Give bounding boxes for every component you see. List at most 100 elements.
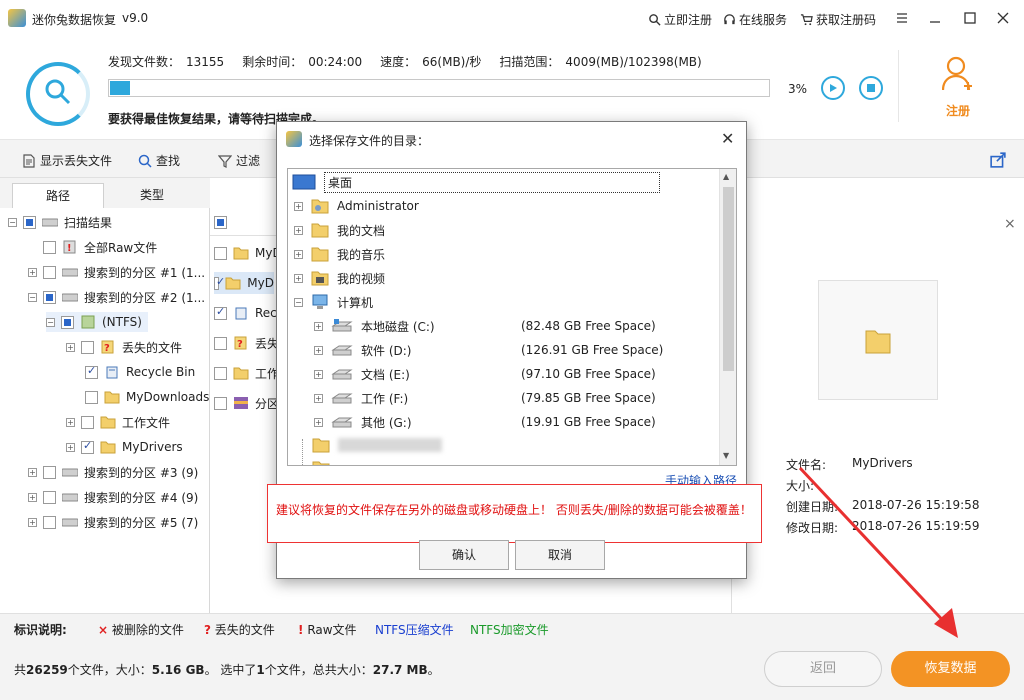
preview-close-icon[interactable]: × bbox=[1004, 216, 1016, 232]
get-code-link[interactable]: 获取注册码 bbox=[800, 11, 876, 28]
expand-icon[interactable]: + bbox=[28, 492, 37, 502]
expand-icon[interactable]: + bbox=[314, 321, 323, 331]
dir-item-drive-c[interactable]: + 本地磁盘 (C:) bbox=[314, 315, 435, 337]
dir-item-administrator[interactable]: + Administrator bbox=[294, 195, 419, 217]
expand-icon[interactable]: + bbox=[28, 267, 37, 277]
expand-icon[interactable]: + bbox=[66, 342, 75, 352]
collapse-icon[interactable]: − bbox=[294, 297, 303, 307]
register-now-link[interactable]: 立即注册 bbox=[648, 11, 712, 28]
register-button[interactable]: 注册 bbox=[930, 56, 986, 124]
expand-icon[interactable]: + bbox=[28, 517, 37, 527]
tree-item-lost-files[interactable]: + ? 丢失的文件 bbox=[66, 337, 182, 357]
checkbox[interactable] bbox=[85, 390, 98, 404]
expand-icon[interactable]: + bbox=[314, 369, 323, 379]
dir-item-blurred[interactable] bbox=[312, 434, 442, 456]
tree-item-scan-results[interactable]: − 扫描结果 bbox=[8, 212, 112, 232]
checkbox[interactable] bbox=[214, 275, 226, 290]
dir-item-documents[interactable]: + 我的文档 bbox=[294, 219, 385, 241]
checkbox[interactable] bbox=[81, 439, 94, 454]
maximize-button[interactable] bbox=[955, 6, 985, 30]
collapse-icon[interactable]: − bbox=[8, 217, 17, 227]
dir-item-drive-f[interactable]: + 工作 (F:) bbox=[314, 387, 408, 409]
checkbox[interactable] bbox=[61, 315, 74, 329]
checkbox[interactable] bbox=[43, 465, 56, 479]
checkbox[interactable] bbox=[214, 246, 227, 260]
scroll-up-icon[interactable]: ▲ bbox=[723, 172, 729, 181]
file-row[interactable]: 工作 bbox=[214, 362, 279, 384]
confirm-button[interactable]: 确认 bbox=[419, 540, 509, 570]
dir-item-videos[interactable]: + 我的视频 bbox=[294, 267, 385, 289]
stop-button[interactable] bbox=[859, 76, 883, 100]
checkbox[interactable] bbox=[214, 305, 227, 320]
expand-icon[interactable]: + bbox=[28, 467, 37, 477]
back-button[interactable]: 返回 bbox=[764, 651, 882, 687]
tree-item-partition-4[interactable]: + 搜索到的分区 #4 (9) bbox=[28, 487, 198, 507]
expand-icon[interactable]: + bbox=[314, 417, 323, 427]
tree-item-ntfs[interactable]: − (NTFS) bbox=[46, 312, 148, 332]
checkbox[interactable] bbox=[43, 515, 56, 529]
tab-path[interactable]: 路径 bbox=[12, 183, 104, 208]
checkbox[interactable] bbox=[214, 336, 227, 350]
dir-item-drive-e[interactable]: + 文档 (E:) bbox=[314, 363, 410, 385]
dialog-vertical-scrollbar[interactable]: ▲ ▼ bbox=[719, 169, 736, 465]
checkbox[interactable] bbox=[214, 366, 227, 380]
menu-button[interactable] bbox=[887, 6, 917, 30]
tree-item-partition-3[interactable]: + 搜索到的分区 #3 (9) bbox=[28, 462, 198, 482]
select-all-checkbox[interactable] bbox=[214, 216, 227, 229]
tab-type[interactable]: 类型 bbox=[106, 183, 198, 208]
expand-icon[interactable]: + bbox=[314, 393, 323, 403]
dialog-close-icon[interactable]: ✕ bbox=[721, 129, 734, 148]
file-row[interactable]: Rec bbox=[214, 302, 277, 324]
filter-button[interactable]: 过滤 bbox=[218, 152, 260, 169]
scrollbar-thumb[interactable] bbox=[723, 187, 734, 371]
dir-item-partial[interactable] bbox=[312, 457, 338, 465]
tree-item-work-files[interactable]: + 工作文件 bbox=[66, 412, 170, 432]
expand-icon[interactable]: + bbox=[66, 442, 75, 452]
free-space-d: (126.91 GB Free Space) bbox=[521, 343, 664, 357]
tree-item-mydrivers[interactable]: + MyDrivers bbox=[66, 437, 183, 457]
tree-item-partition-5[interactable]: + 搜索到的分区 #5 (7) bbox=[28, 512, 198, 532]
export-button[interactable] bbox=[990, 152, 1006, 168]
dir-item-computer[interactable]: − 计算机 bbox=[294, 291, 373, 313]
checkbox[interactable] bbox=[23, 215, 36, 229]
checkbox[interactable] bbox=[43, 240, 56, 254]
tree-item-partition-2[interactable]: − 搜索到的分区 #2 (1... bbox=[28, 287, 205, 307]
tree-item-partition-1[interactable]: + 搜索到的分区 #1 (1... bbox=[28, 262, 205, 282]
scroll-down-icon[interactable]: ▼ bbox=[723, 451, 729, 460]
dir-item-music[interactable]: + 我的音乐 bbox=[294, 243, 385, 265]
expand-icon[interactable]: + bbox=[314, 345, 323, 355]
online-service-link[interactable]: 在线服务 bbox=[723, 11, 787, 28]
tree-item-recycle-bin[interactable]: Recycle Bin bbox=[85, 362, 195, 382]
collapse-icon[interactable]: − bbox=[28, 292, 37, 302]
tree-item-mydownloads[interactable]: MyDownloads bbox=[85, 387, 209, 407]
recover-data-button[interactable]: 恢复数据 bbox=[891, 651, 1010, 687]
cancel-button[interactable]: 取消 bbox=[515, 540, 605, 570]
legend-ntfs-encrypted: NTFS加密文件 bbox=[470, 623, 549, 637]
dir-item-drive-d[interactable]: + 软件 (D:) bbox=[314, 339, 411, 361]
file-row[interactable]: MyD bbox=[214, 272, 274, 294]
collapse-icon[interactable]: − bbox=[46, 317, 55, 327]
close-button[interactable] bbox=[988, 6, 1018, 30]
checkbox[interactable] bbox=[81, 415, 94, 429]
checkbox[interactable] bbox=[43, 265, 56, 279]
show-lost-files-button[interactable]: 显示丢失文件 bbox=[22, 152, 112, 169]
expand-icon[interactable]: + bbox=[294, 273, 303, 283]
checkbox[interactable] bbox=[43, 290, 56, 304]
dir-item-desktop[interactable]: 桌面 bbox=[292, 171, 660, 193]
dir-item-drive-g[interactable]: + 其他 (G:) bbox=[314, 411, 412, 433]
tree-item-raw-files[interactable]: ! 全部Raw文件 bbox=[43, 237, 157, 257]
expand-icon[interactable]: + bbox=[294, 249, 303, 259]
file-row[interactable]: ? 丢失 bbox=[214, 332, 279, 354]
file-row[interactable]: 分区 bbox=[214, 392, 279, 414]
checkbox[interactable] bbox=[85, 364, 98, 379]
expand-icon[interactable]: + bbox=[294, 201, 303, 211]
find-button[interactable]: 查找 bbox=[138, 152, 180, 169]
checkbox[interactable] bbox=[81, 340, 94, 354]
checkbox[interactable] bbox=[214, 396, 227, 410]
minimize-button[interactable] bbox=[920, 6, 950, 30]
expand-icon[interactable]: + bbox=[294, 225, 303, 235]
file-row[interactable]: MyD bbox=[214, 242, 282, 264]
expand-icon[interactable]: + bbox=[66, 417, 75, 427]
checkbox[interactable] bbox=[43, 490, 56, 504]
play-button[interactable] bbox=[821, 76, 845, 100]
